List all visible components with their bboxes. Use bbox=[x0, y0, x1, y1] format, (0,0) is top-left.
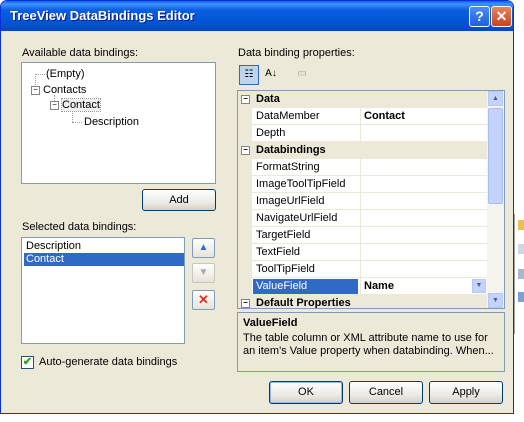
scroll-up-icon[interactable]: ▲ bbox=[488, 91, 503, 106]
auto-generate-label: Auto-generate data bindings bbox=[39, 356, 178, 368]
collapse-toggle-icon[interactable]: − bbox=[31, 85, 40, 95]
property-grid[interactable]: − Data DataMember Contact Depth − Databi… bbox=[237, 90, 505, 309]
move-up-button[interactable]: ▲ bbox=[192, 238, 215, 258]
scroll-down-icon[interactable]: ▼ bbox=[488, 293, 503, 308]
checkmark-icon: ✔ bbox=[22, 356, 33, 368]
property-row-depth[interactable]: Depth bbox=[238, 125, 487, 142]
title-bar[interactable]: TreeView DataBindings Editor ? ✕ bbox=[1, 1, 513, 31]
collapse-icon[interactable]: − bbox=[241, 299, 250, 308]
apply-button[interactable]: Apply bbox=[429, 381, 503, 404]
collapse-icon[interactable]: − bbox=[241, 146, 250, 155]
property-row-textfield[interactable]: TextField bbox=[238, 244, 487, 261]
property-row-valuefield[interactable]: ValueField Name ▼ bbox=[238, 278, 487, 295]
selected-bindings-label: Selected data bindings: bbox=[22, 221, 137, 233]
property-pages-icon: ▭ bbox=[297, 68, 307, 79]
tree-node-contact[interactable]: − Contact bbox=[50, 98, 101, 112]
category-databindings[interactable]: − Databindings bbox=[238, 142, 487, 159]
help-description: The table column or XML attribute name t… bbox=[243, 332, 494, 357]
property-grid-scrollbar[interactable]: ▲ ▼ bbox=[487, 91, 504, 308]
property-row-imagetooltipfield[interactable]: ImageToolTipField bbox=[238, 176, 487, 193]
close-icon: ✕ bbox=[495, 8, 508, 24]
category-data[interactable]: − Data bbox=[238, 91, 487, 108]
selected-bindings-list[interactable]: Description Contact bbox=[21, 237, 185, 344]
tree-node-contacts[interactable]: − Contacts bbox=[31, 83, 86, 97]
move-down-button[interactable]: ▼ bbox=[192, 263, 215, 283]
categorized-button[interactable]: ☷ bbox=[239, 65, 259, 85]
remove-button[interactable]: ✕ bbox=[192, 290, 215, 310]
close-button[interactable]: ✕ bbox=[491, 6, 512, 27]
list-item[interactable]: Description bbox=[24, 240, 184, 253]
sort-alpha-icon: A↓ bbox=[265, 68, 277, 79]
list-item[interactable]: Contact bbox=[24, 253, 184, 266]
property-help-panel: ValueField The table column or XML attri… bbox=[237, 312, 505, 372]
auto-generate-checkbox[interactable]: ✔ bbox=[21, 356, 34, 369]
window-title: TreeView DataBindings Editor bbox=[10, 8, 195, 23]
dropdown-arrow-icon[interactable]: ▼ bbox=[472, 279, 486, 293]
delete-x-icon: ✕ bbox=[198, 292, 209, 307]
arrow-down-icon: ▼ bbox=[198, 267, 209, 278]
arrow-up-icon: ▲ bbox=[198, 242, 209, 253]
property-grid-toolbar: ☷ A↓ ▭ bbox=[237, 63, 505, 87]
cancel-button[interactable]: Cancel bbox=[349, 381, 423, 404]
question-icon: ? bbox=[475, 8, 484, 24]
tree-node-empty[interactable]: (Empty) bbox=[46, 67, 85, 81]
property-row-navigateurlfield[interactable]: NavigateUrlField bbox=[238, 210, 487, 227]
property-row-formatstring[interactable]: FormatString bbox=[238, 159, 487, 176]
property-row-datamember[interactable]: DataMember Contact bbox=[238, 108, 487, 125]
alphabetical-button[interactable]: A↓ bbox=[261, 65, 281, 85]
property-row-targetfield[interactable]: TargetField bbox=[238, 227, 487, 244]
category-default-properties[interactable]: − Default Properties bbox=[238, 295, 487, 308]
dialog-window: TreeView DataBindings Editor ? ✕ Availab… bbox=[0, 0, 514, 414]
ok-button[interactable]: OK bbox=[269, 381, 343, 404]
scroll-thumb[interactable] bbox=[488, 108, 503, 204]
collapse-icon[interactable]: − bbox=[241, 95, 250, 104]
collapse-toggle-icon[interactable]: − bbox=[50, 100, 59, 110]
property-row-imageurlfield[interactable]: ImageUrlField bbox=[238, 193, 487, 210]
background-window-fragment bbox=[514, 214, 524, 334]
categorized-icon: ☷ bbox=[244, 69, 254, 80]
help-button[interactable]: ? bbox=[469, 6, 490, 27]
tree-node-description[interactable]: Description bbox=[84, 115, 139, 129]
property-row-tooltipfield[interactable]: ToolTipField bbox=[238, 261, 487, 278]
add-button[interactable]: Add bbox=[142, 189, 216, 211]
available-bindings-label: Available data bindings: bbox=[22, 47, 138, 59]
property-pages-button[interactable]: ▭ bbox=[292, 65, 312, 85]
properties-label: Data binding properties: bbox=[238, 47, 355, 59]
available-bindings-tree[interactable]: (Empty) − Contacts − Contact Description bbox=[21, 62, 216, 184]
help-title: ValueField bbox=[243, 317, 298, 329]
